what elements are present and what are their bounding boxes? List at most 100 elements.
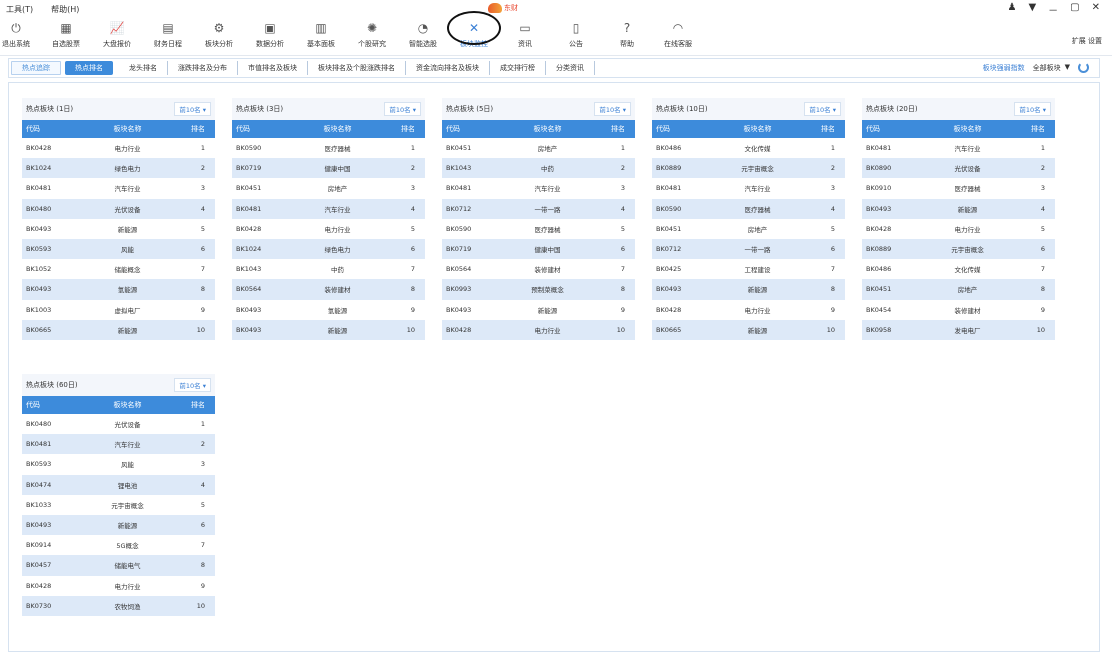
col-rank[interactable]: 排名 xyxy=(175,396,215,414)
table-row[interactable]: BK0428 电力行业 9 xyxy=(22,575,215,596)
col-code[interactable]: 代码 xyxy=(652,120,710,138)
table-row[interactable]: BK0480 光伏设备 4 xyxy=(22,198,215,219)
table-row[interactable]: BK0481 汽车行业 3 xyxy=(442,178,635,199)
menu-tools[interactable]: 工具(T) xyxy=(6,4,33,15)
maximize-button[interactable]: ▢ xyxy=(1070,2,1079,17)
table-row[interactable]: BK0493 氢能源 8 xyxy=(22,279,215,300)
minimize-button[interactable]: － xyxy=(1048,2,1058,17)
table-row[interactable]: BK0486 文化传媒 1 xyxy=(652,138,845,159)
table-row[interactable]: BK0454 装修建材 9 xyxy=(862,299,1055,320)
strength-index-link[interactable]: 板块强弱指数 xyxy=(983,63,1025,73)
table-row[interactable]: BK0428 电力行业 1 xyxy=(22,138,215,159)
close-button[interactable]: ✕ xyxy=(1092,2,1100,17)
table-row[interactable]: BK0564 装修建材 8 xyxy=(232,279,425,300)
table-row[interactable]: BK0451 房地产 5 xyxy=(652,218,845,239)
table-row[interactable]: BK0730 农牧饲渔 10 xyxy=(22,595,215,616)
table-row[interactable]: BK0428 电力行业 10 xyxy=(442,319,635,340)
col-name[interactable]: 板块名称 xyxy=(290,120,385,138)
table-row[interactable]: BK1033 元宇宙概念 5 xyxy=(22,494,215,515)
table-row[interactable]: BK0428 电力行业 5 xyxy=(862,218,1055,239)
table-row[interactable]: BK0481 汽车行业 3 xyxy=(652,178,845,199)
col-name[interactable]: 板块名称 xyxy=(80,396,175,414)
table-row[interactable]: BK0493 新能源 6 xyxy=(22,514,215,536)
table-row[interactable]: BK0593 风能 6 xyxy=(22,238,215,260)
top-n-dropdown[interactable]: 前10名 ▾ xyxy=(594,102,631,116)
col-rank[interactable]: 排名 xyxy=(175,120,215,138)
user-icon[interactable]: ♟ xyxy=(1007,2,1016,17)
toolbar-watchlist[interactable]: ▦ 自选股票 xyxy=(44,20,88,49)
table-row[interactable]: BK0474 锂电池 4 xyxy=(22,474,215,495)
top-n-dropdown[interactable]: 前10名 ▾ xyxy=(804,102,841,116)
top-n-dropdown[interactable]: 前10名 ▾ xyxy=(1014,102,1051,116)
table-row[interactable]: BK0481 汽车行业 1 xyxy=(862,138,1055,159)
toolbar-fundamentals[interactable]: ▥ 基本面板 xyxy=(299,20,343,49)
tab-sector-stock-rank[interactable]: 板块排名及个股涨跌排名 xyxy=(308,61,406,75)
tab-hot-track[interactable]: 热点追踪 xyxy=(11,61,61,75)
tab-leader-rank[interactable]: 龙头排名 xyxy=(119,61,168,75)
col-code[interactable]: 代码 xyxy=(22,120,80,138)
col-name[interactable]: 板块名称 xyxy=(920,120,1015,138)
sector-select[interactable]: 全部板块 ▼ xyxy=(1033,63,1070,73)
toolbar-data[interactable]: ▣ 数据分析 xyxy=(248,20,292,49)
toolbar-announce[interactable]: ▯ 公告 xyxy=(554,20,598,49)
tab-hot-rank[interactable]: 热点排名 xyxy=(65,61,113,75)
col-code[interactable]: 代码 xyxy=(22,396,80,414)
table-row[interactable]: BK0993 预制菜概念 8 xyxy=(442,279,635,300)
table-row[interactable]: BK0428 电力行业 9 xyxy=(652,299,845,320)
table-row[interactable]: BK0719 健康中国 2 xyxy=(232,158,425,179)
table-row[interactable]: BK0564 装修建材 7 xyxy=(442,259,635,280)
table-row[interactable]: BK0493 新能源 10 xyxy=(232,319,425,340)
table-row[interactable]: BK0958 发电电厂 10 xyxy=(862,319,1055,340)
table-row[interactable]: BK1052 储能概念 7 xyxy=(22,259,215,280)
toolbar-sector[interactable]: ⚙ 板块分析 xyxy=(197,20,241,49)
toolbar-research[interactable]: ✺ 个股研究 xyxy=(350,20,394,49)
table-row[interactable]: BK0428 电力行业 5 xyxy=(232,218,425,239)
col-rank[interactable]: 排名 xyxy=(805,120,845,138)
toolbar-service[interactable]: ◠ 在线客服 xyxy=(656,20,700,49)
table-row[interactable]: BK1024 绿色电力 6 xyxy=(232,238,425,260)
table-row[interactable]: BK0493 新能源 4 xyxy=(862,198,1055,219)
table-row[interactable]: BK0590 医疗器械 1 xyxy=(232,138,425,159)
table-row[interactable]: BK0665 新能源 10 xyxy=(22,319,215,340)
table-row[interactable]: BK0890 光伏设备 2 xyxy=(862,158,1055,179)
tab-mktcap-rank[interactable]: 市值排名及板块 xyxy=(238,61,308,75)
col-rank[interactable]: 排名 xyxy=(1015,120,1055,138)
tab-volume-rank[interactable]: 成交排行榜 xyxy=(490,61,546,75)
table-row[interactable]: BK1003 虚拟电厂 9 xyxy=(22,299,215,320)
col-name[interactable]: 板块名称 xyxy=(710,120,805,138)
table-row[interactable]: BK0665 新能源 10 xyxy=(652,319,845,340)
table-row[interactable]: BK0590 医疗器械 5 xyxy=(442,218,635,239)
table-row[interactable]: BK0481 汽车行业 3 xyxy=(22,178,215,199)
refresh-icon[interactable] xyxy=(1078,62,1089,73)
table-row[interactable]: BK0719 健康中国 6 xyxy=(442,238,635,260)
table-row[interactable]: BK0451 房地产 1 xyxy=(442,138,635,159)
tab-fund-flow[interactable]: 资金流向排名及板块 xyxy=(406,61,490,75)
table-row[interactable]: BK0480 光伏设备 1 xyxy=(22,414,215,435)
col-code[interactable]: 代码 xyxy=(442,120,500,138)
col-code[interactable]: 代码 xyxy=(862,120,920,138)
table-row[interactable]: BK1043 中药 7 xyxy=(232,259,425,280)
toolbar-calendar[interactable]: ▤ 财务日程 xyxy=(146,20,190,49)
col-name[interactable]: 板块名称 xyxy=(80,120,175,138)
table-row[interactable]: BK0451 房地产 3 xyxy=(232,178,425,199)
top-n-dropdown[interactable]: 前10名 ▾ xyxy=(174,102,211,116)
table-row[interactable]: BK0889 元宇宙概念 6 xyxy=(862,238,1055,260)
table-row[interactable]: BK0889 元宇宙概念 2 xyxy=(652,158,845,179)
col-rank[interactable]: 排名 xyxy=(385,120,425,138)
table-row[interactable]: BK0425 工程建设 7 xyxy=(652,259,845,280)
table-row[interactable]: BK0457 储能电气 8 xyxy=(22,555,215,576)
dropdown-arrow-icon[interactable]: ▼ xyxy=(1028,2,1036,17)
col-rank[interactable]: 排名 xyxy=(595,120,635,138)
table-row[interactable]: BK0493 新能源 5 xyxy=(22,218,215,239)
col-code[interactable]: 代码 xyxy=(232,120,290,138)
table-row[interactable]: BK0486 文化传媒 7 xyxy=(862,259,1055,280)
table-row[interactable]: BK0712 一带一路 4 xyxy=(442,198,635,219)
table-row[interactable]: BK0914 5G概念 7 xyxy=(22,535,215,556)
table-row[interactable]: BK0481 汽车行业 2 xyxy=(22,434,215,455)
toolbar-smart-pick[interactable]: ◔ 智能选股 xyxy=(401,20,445,49)
col-name[interactable]: 板块名称 xyxy=(500,120,595,138)
top-n-dropdown[interactable]: 前10名 ▾ xyxy=(174,378,211,392)
table-row[interactable]: BK0712 一带一路 6 xyxy=(652,238,845,260)
table-row[interactable]: BK1024 绿色电力 2 xyxy=(22,158,215,179)
toolbar-help[interactable]: ? 帮助 xyxy=(605,20,649,49)
